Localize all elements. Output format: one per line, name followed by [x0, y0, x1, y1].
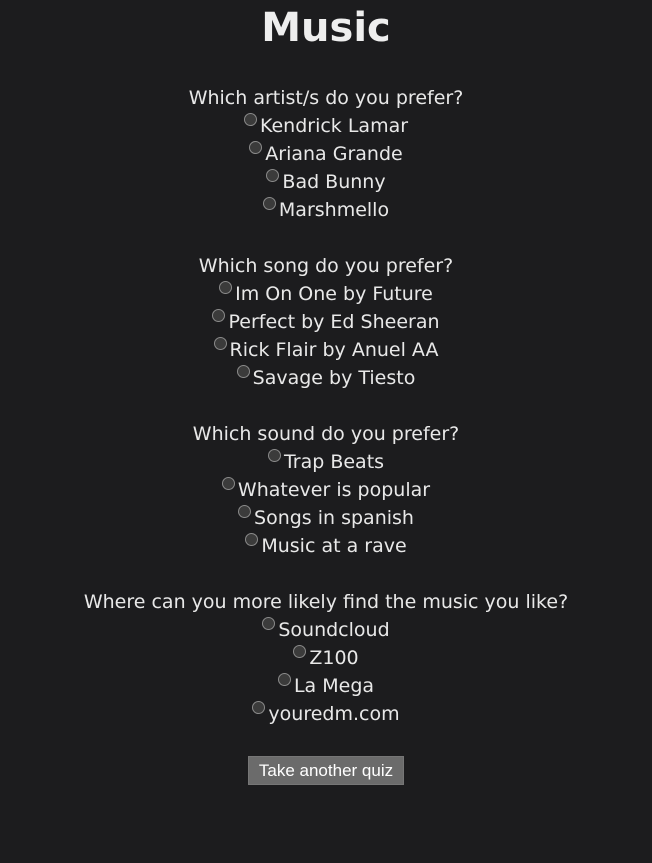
- option-label: Music at a rave: [261, 535, 407, 557]
- option-bad-bunny[interactable]: Bad Bunny: [0, 168, 652, 196]
- radio-button[interactable]: [238, 505, 252, 518]
- option-label: Soundcloud: [278, 619, 390, 641]
- option-kendrick-lamar[interactable]: Kendrick Lamar: [0, 112, 652, 140]
- radio-button[interactable]: [262, 197, 276, 210]
- radio-button[interactable]: [219, 281, 233, 294]
- option-im-on-one[interactable]: Im On One by Future: [0, 280, 652, 308]
- question-source: Where can you more likely find the music…: [0, 588, 652, 728]
- option-songs-in-spanish[interactable]: Songs in spanish: [0, 504, 652, 532]
- option-savage[interactable]: Savage by Tiesto: [0, 364, 652, 392]
- option-label: Rick Flair by Anuel AA: [229, 339, 439, 361]
- option-label: Z100: [309, 647, 359, 669]
- radio-button[interactable]: [213, 337, 227, 350]
- option-la-mega[interactable]: La Mega: [0, 672, 652, 700]
- option-perfect[interactable]: Perfect by Ed Sheeran: [0, 308, 652, 336]
- quiz-form: Which artist/s do you prefer? Kendrick L…: [0, 84, 652, 728]
- option-label: Trap Beats: [283, 451, 385, 473]
- question-sound: Which sound do you prefer? Trap Beats Wh…: [0, 420, 652, 560]
- option-label: Marshmello: [278, 199, 390, 221]
- option-youredm[interactable]: youredm.com: [0, 700, 652, 728]
- option-ariana-grande[interactable]: Ariana Grande: [0, 140, 652, 168]
- radio-button[interactable]: [245, 533, 259, 546]
- option-label: youredm.com: [268, 703, 400, 725]
- option-whatever-is-popular[interactable]: Whatever is popular: [0, 476, 652, 504]
- radio-button[interactable]: [293, 645, 307, 658]
- question-text: Which song do you prefer?: [198, 255, 454, 277]
- option-label: Perfect by Ed Sheeran: [228, 311, 440, 333]
- option-marshmello[interactable]: Marshmello: [0, 196, 652, 224]
- option-soundcloud[interactable]: Soundcloud: [0, 616, 652, 644]
- question-text: Where can you more likely find the music…: [83, 591, 569, 613]
- option-label: Savage by Tiesto: [252, 367, 416, 389]
- option-label: Songs in spanish: [254, 507, 414, 529]
- option-rick-flair[interactable]: Rick Flair by Anuel AA: [0, 336, 652, 364]
- option-label: Im On One by Future: [235, 283, 433, 305]
- option-label: Whatever is popular: [237, 479, 431, 501]
- radio-button[interactable]: [262, 617, 276, 630]
- option-label: Bad Bunny: [282, 171, 386, 193]
- option-label: La Mega: [293, 675, 375, 697]
- radio-button[interactable]: [266, 169, 280, 182]
- radio-button[interactable]: [252, 701, 266, 714]
- question-song: Which song do you prefer? Im On One by F…: [0, 252, 652, 392]
- question-text: Which sound do you prefer?: [192, 423, 460, 445]
- page-title: Music: [261, 5, 391, 51]
- option-label: Kendrick Lamar: [259, 115, 409, 137]
- radio-button[interactable]: [221, 477, 235, 490]
- question-artist: Which artist/s do you prefer? Kendrick L…: [0, 84, 652, 224]
- question-text: Which artist/s do you prefer?: [188, 87, 464, 109]
- radio-button[interactable]: [212, 309, 226, 322]
- option-z100[interactable]: Z100: [0, 644, 652, 672]
- option-trap-beats[interactable]: Trap Beats: [0, 448, 652, 476]
- retake-container: Take another quiz: [0, 756, 652, 785]
- take-another-quiz-button[interactable]: Take another quiz: [247, 756, 405, 785]
- radio-button[interactable]: [267, 449, 281, 462]
- option-label: Ariana Grande: [265, 143, 403, 165]
- radio-button[interactable]: [249, 141, 263, 154]
- radio-button[interactable]: [236, 365, 250, 378]
- option-music-at-a-rave[interactable]: Music at a rave: [0, 532, 652, 560]
- radio-button[interactable]: [277, 673, 291, 686]
- radio-button[interactable]: [243, 113, 257, 126]
